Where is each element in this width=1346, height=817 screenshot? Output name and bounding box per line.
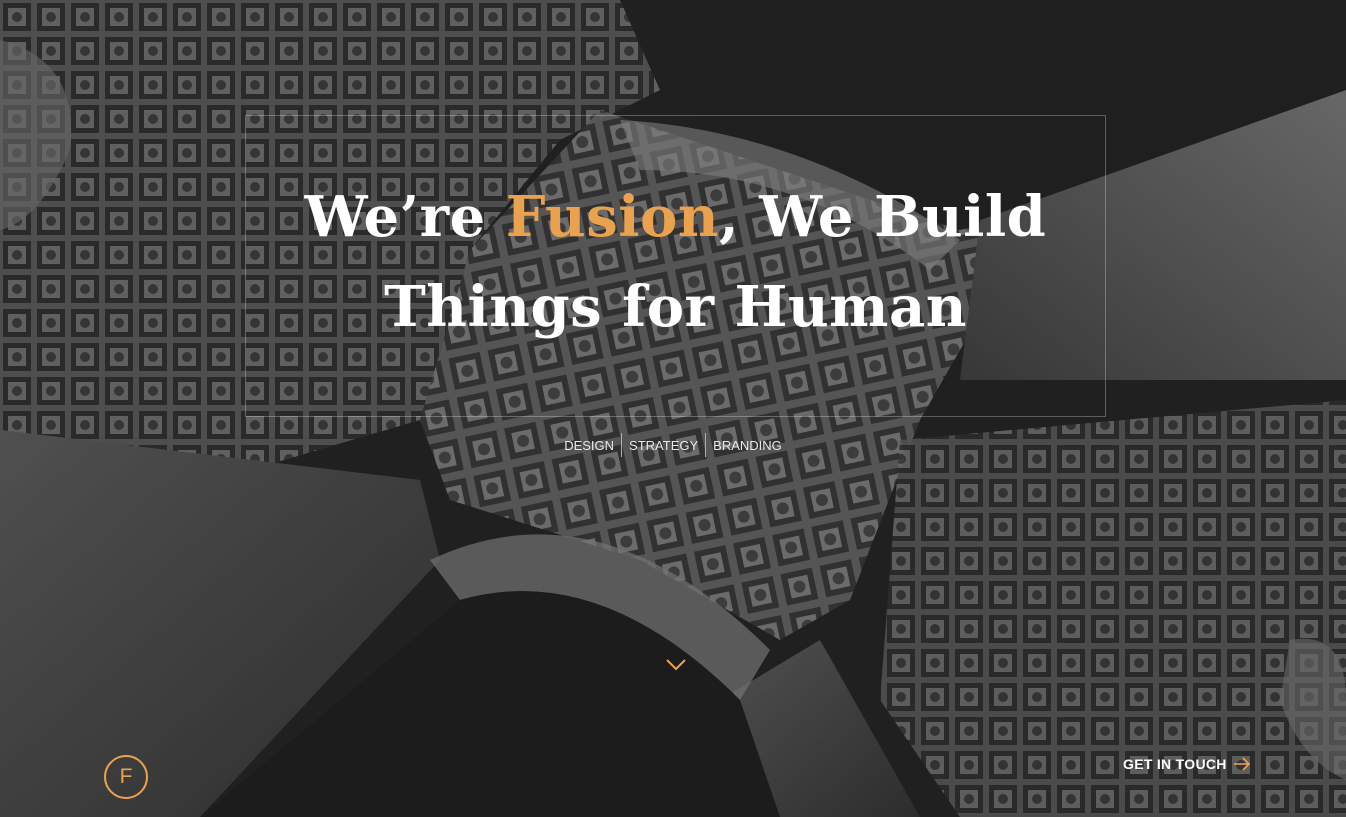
headline-line2: Things for Human bbox=[384, 274, 967, 340]
chevron-down-icon bbox=[666, 659, 686, 671]
get-in-touch-label: GET IN TOUCH bbox=[1123, 756, 1227, 772]
logo-letter: F bbox=[119, 765, 133, 788]
tag-strategy: STRATEGY bbox=[629, 437, 699, 453]
headline-accent: Fusion bbox=[505, 184, 720, 250]
logo-button[interactable]: F bbox=[104, 755, 148, 799]
tag-branding: BRANDING bbox=[713, 437, 782, 453]
headline-prefix: We’re bbox=[304, 184, 506, 250]
service-tags: DESIGN STRATEGY BRANDING bbox=[0, 433, 1346, 457]
arrow-right-icon bbox=[1233, 757, 1250, 771]
headline-suffix: , We Build bbox=[719, 184, 1047, 250]
get-in-touch-button[interactable]: GET IN TOUCH bbox=[1123, 756, 1251, 772]
scroll-down-button[interactable] bbox=[664, 655, 688, 675]
hero-section: We’re Fusion, We Build Things for Human … bbox=[0, 0, 1346, 817]
tag-design: DESIGN bbox=[564, 437, 615, 453]
hero-headline: We’re Fusion, We Build Things for Human bbox=[245, 172, 1106, 352]
